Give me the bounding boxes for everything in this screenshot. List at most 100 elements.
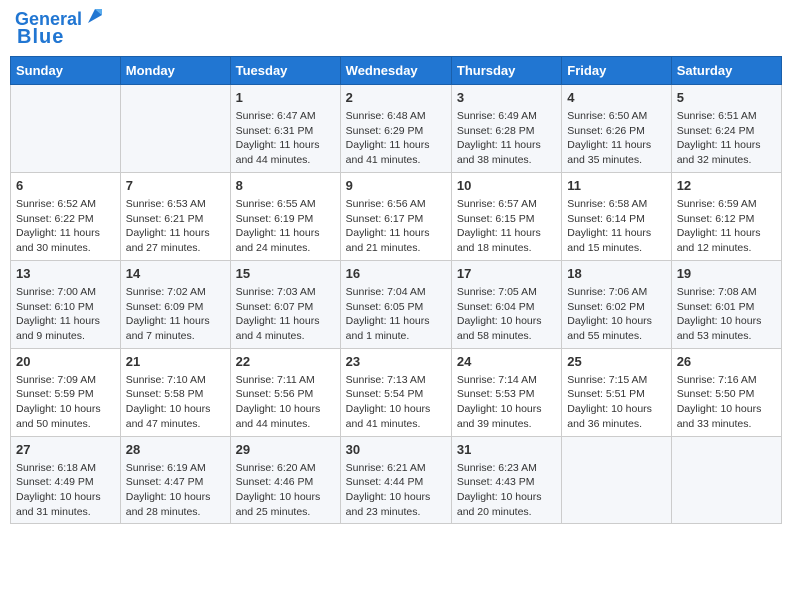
calendar-cell: 3 Sunrise: 6:49 AMSunset: 6:28 PMDaylight… [451, 84, 561, 172]
day-details: Sunrise: 6:49 AMSunset: 6:28 PMDaylight:… [457, 109, 556, 168]
day-header-sunday: Sunday [11, 56, 121, 84]
day-header-thursday: Thursday [451, 56, 561, 84]
calendar-week-row: 20 Sunrise: 7:09 AMSunset: 5:59 PMDayligh… [11, 348, 782, 436]
day-number: 21 [126, 353, 225, 371]
calendar-cell [11, 84, 121, 172]
day-number: 3 [457, 89, 556, 107]
calendar-cell: 22 Sunrise: 7:11 AMSunset: 5:56 PMDayligh… [230, 348, 340, 436]
calendar-table: SundayMondayTuesdayWednesdayThursdayFrid… [10, 56, 782, 525]
logo-text-blue: Blue [17, 26, 64, 48]
calendar-cell: 13 Sunrise: 7:00 AMSunset: 6:10 PMDayligh… [11, 260, 121, 348]
day-header-saturday: Saturday [671, 56, 781, 84]
day-details: Sunrise: 7:15 AMSunset: 5:51 PMDaylight:… [567, 373, 665, 432]
day-details: Sunrise: 6:18 AMSunset: 4:49 PMDaylight:… [16, 461, 115, 520]
day-header-tuesday: Tuesday [230, 56, 340, 84]
calendar-cell: 2Sunrise: 6:48 AMSunset: 6:29 PMDaylight… [340, 84, 451, 172]
day-number: 8 [236, 177, 335, 195]
day-details: Sunrise: 6:58 AMSunset: 6:14 PMDaylight:… [567, 197, 665, 256]
day-details: Sunrise: 7:09 AMSunset: 5:59 PMDaylight:… [16, 373, 115, 432]
calendar-cell: 21Sunrise: 7:10 AMSunset: 5:58 PMDayligh… [120, 348, 230, 436]
calendar-cell: 7Sunrise: 6:53 AMSunset: 6:21 PMDaylight… [120, 172, 230, 260]
day-number: 25 [567, 353, 665, 371]
day-number: 9 [346, 177, 446, 195]
calendar-week-row: 6 Sunrise: 6:52 AMSunset: 6:22 PMDaylight… [11, 172, 782, 260]
day-number: 11 [567, 177, 665, 195]
calendar-week-row: 1Sunrise: 6:47 AMSunset: 6:31 PMDaylight… [11, 84, 782, 172]
calendar-cell: 6 Sunrise: 6:52 AMSunset: 6:22 PMDaylight… [11, 172, 121, 260]
day-number: 17 [457, 265, 556, 283]
calendar-cell: 1Sunrise: 6:47 AMSunset: 6:31 PMDaylight… [230, 84, 340, 172]
day-number: 31 [457, 441, 556, 459]
calendar-cell [562, 436, 671, 524]
calendar-cell: 9 Sunrise: 6:56 AMSunset: 6:17 PMDaylight… [340, 172, 451, 260]
day-header-friday: Friday [562, 56, 671, 84]
day-number: 19 [677, 265, 776, 283]
calendar-cell: 11 Sunrise: 6:58 AMSunset: 6:14 PMDayligh… [562, 172, 671, 260]
day-details: Sunrise: 6:19 AMSunset: 4:47 PMDaylight:… [126, 461, 225, 520]
calendar-cell: 27 Sunrise: 6:18 AMSunset: 4:49 PMDayligh… [11, 436, 121, 524]
calendar-cell: 30Sunrise: 6:21 AMSunset: 4:44 PMDayligh… [340, 436, 451, 524]
day-header-wednesday: Wednesday [340, 56, 451, 84]
calendar-cell [671, 436, 781, 524]
day-number: 12 [677, 177, 776, 195]
calendar-cell: 14 Sunrise: 7:02 AMSunset: 6:09 PMDayligh… [120, 260, 230, 348]
day-details: Sunrise: 7:02 AMSunset: 6:09 PMDaylight:… [126, 285, 225, 344]
page-header: General Blue [10, 10, 782, 48]
day-details: Sunrise: 7:11 AMSunset: 5:56 PMDaylight:… [236, 373, 335, 432]
day-details: Sunrise: 6:53 AMSunset: 6:21 PMDaylight:… [126, 197, 225, 256]
calendar-cell: 17 Sunrise: 7:05 AMSunset: 6:04 PMDayligh… [451, 260, 561, 348]
calendar-cell: 29Sunrise: 6:20 AMSunset: 4:46 PMDayligh… [230, 436, 340, 524]
calendar-cell: 15 Sunrise: 7:03 AMSunset: 6:07 PMDayligh… [230, 260, 340, 348]
day-details: Sunrise: 6:23 AMSunset: 4:43 PMDaylight:… [457, 461, 556, 520]
calendar-cell: 8 Sunrise: 6:55 AMSunset: 6:19 PMDaylight… [230, 172, 340, 260]
day-details: Sunrise: 6:47 AMSunset: 6:31 PMDaylight:… [236, 109, 335, 168]
calendar-cell: 26Sunrise: 7:16 AMSunset: 5:50 PMDayligh… [671, 348, 781, 436]
day-number: 15 [236, 265, 335, 283]
calendar-cell: 23 Sunrise: 7:13 AMSunset: 5:54 PMDayligh… [340, 348, 451, 436]
day-details: Sunrise: 6:51 AMSunset: 6:24 PMDaylight:… [677, 109, 776, 168]
day-number: 20 [16, 353, 115, 371]
day-details: Sunrise: 6:50 AMSunset: 6:26 PMDaylight:… [567, 109, 665, 168]
day-number: 2 [346, 89, 446, 107]
calendar-cell [120, 84, 230, 172]
day-number: 29 [236, 441, 335, 459]
day-details: Sunrise: 7:03 AMSunset: 6:07 PMDaylight:… [236, 285, 335, 344]
calendar-cell: 31 Sunrise: 6:23 AMSunset: 4:43 PMDayligh… [451, 436, 561, 524]
day-details: Sunrise: 6:52 AMSunset: 6:22 PMDaylight:… [16, 197, 115, 256]
day-number: 22 [236, 353, 335, 371]
day-details: Sunrise: 7:05 AMSunset: 6:04 PMDaylight:… [457, 285, 556, 344]
day-details: Sunrise: 6:56 AMSunset: 6:17 PMDaylight:… [346, 197, 446, 256]
calendar-cell: 25 Sunrise: 7:15 AMSunset: 5:51 PMDayligh… [562, 348, 671, 436]
day-number: 13 [16, 265, 115, 283]
day-number: 6 [16, 177, 115, 195]
day-details: Sunrise: 7:04 AMSunset: 6:05 PMDaylight:… [346, 285, 446, 344]
day-details: Sunrise: 7:13 AMSunset: 5:54 PMDaylight:… [346, 373, 446, 432]
day-number: 28 [126, 441, 225, 459]
day-details: Sunrise: 6:57 AMSunset: 6:15 PMDaylight:… [457, 197, 556, 256]
calendar-cell: 12 Sunrise: 6:59 AMSunset: 6:12 PMDayligh… [671, 172, 781, 260]
calendar-cell: 19 Sunrise: 7:08 AMSunset: 6:01 PMDayligh… [671, 260, 781, 348]
calendar-week-row: 27 Sunrise: 6:18 AMSunset: 4:49 PMDayligh… [11, 436, 782, 524]
header-row: SundayMondayTuesdayWednesdayThursdayFrid… [11, 56, 782, 84]
calendar-cell: 4Sunrise: 6:50 AMSunset: 6:26 PMDaylight… [562, 84, 671, 172]
day-header-monday: Monday [120, 56, 230, 84]
calendar-cell: 24 Sunrise: 7:14 AMSunset: 5:53 PMDayligh… [451, 348, 561, 436]
calendar-week-row: 13 Sunrise: 7:00 AMSunset: 6:10 PMDayligh… [11, 260, 782, 348]
day-details: Sunrise: 7:14 AMSunset: 5:53 PMDaylight:… [457, 373, 556, 432]
day-number: 5 [677, 89, 776, 107]
day-number: 10 [457, 177, 556, 195]
calendar-cell: 10 Sunrise: 6:57 AMSunset: 6:15 PMDayligh… [451, 172, 561, 260]
day-number: 26 [677, 353, 776, 371]
calendar-cell: 16 Sunrise: 7:04 AMSunset: 6:05 PMDayligh… [340, 260, 451, 348]
day-number: 27 [16, 441, 115, 459]
day-number: 16 [346, 265, 446, 283]
day-details: Sunrise: 7:00 AMSunset: 6:10 PMDaylight:… [16, 285, 115, 344]
day-details: Sunrise: 7:08 AMSunset: 6:01 PMDaylight:… [677, 285, 776, 344]
day-details: Sunrise: 6:21 AMSunset: 4:44 PMDaylight:… [346, 461, 446, 520]
day-number: 23 [346, 353, 446, 371]
day-number: 14 [126, 265, 225, 283]
day-number: 24 [457, 353, 556, 371]
day-details: Sunrise: 6:59 AMSunset: 6:12 PMDaylight:… [677, 197, 776, 256]
logo-icon [84, 5, 106, 27]
day-details: Sunrise: 6:55 AMSunset: 6:19 PMDaylight:… [236, 197, 335, 256]
